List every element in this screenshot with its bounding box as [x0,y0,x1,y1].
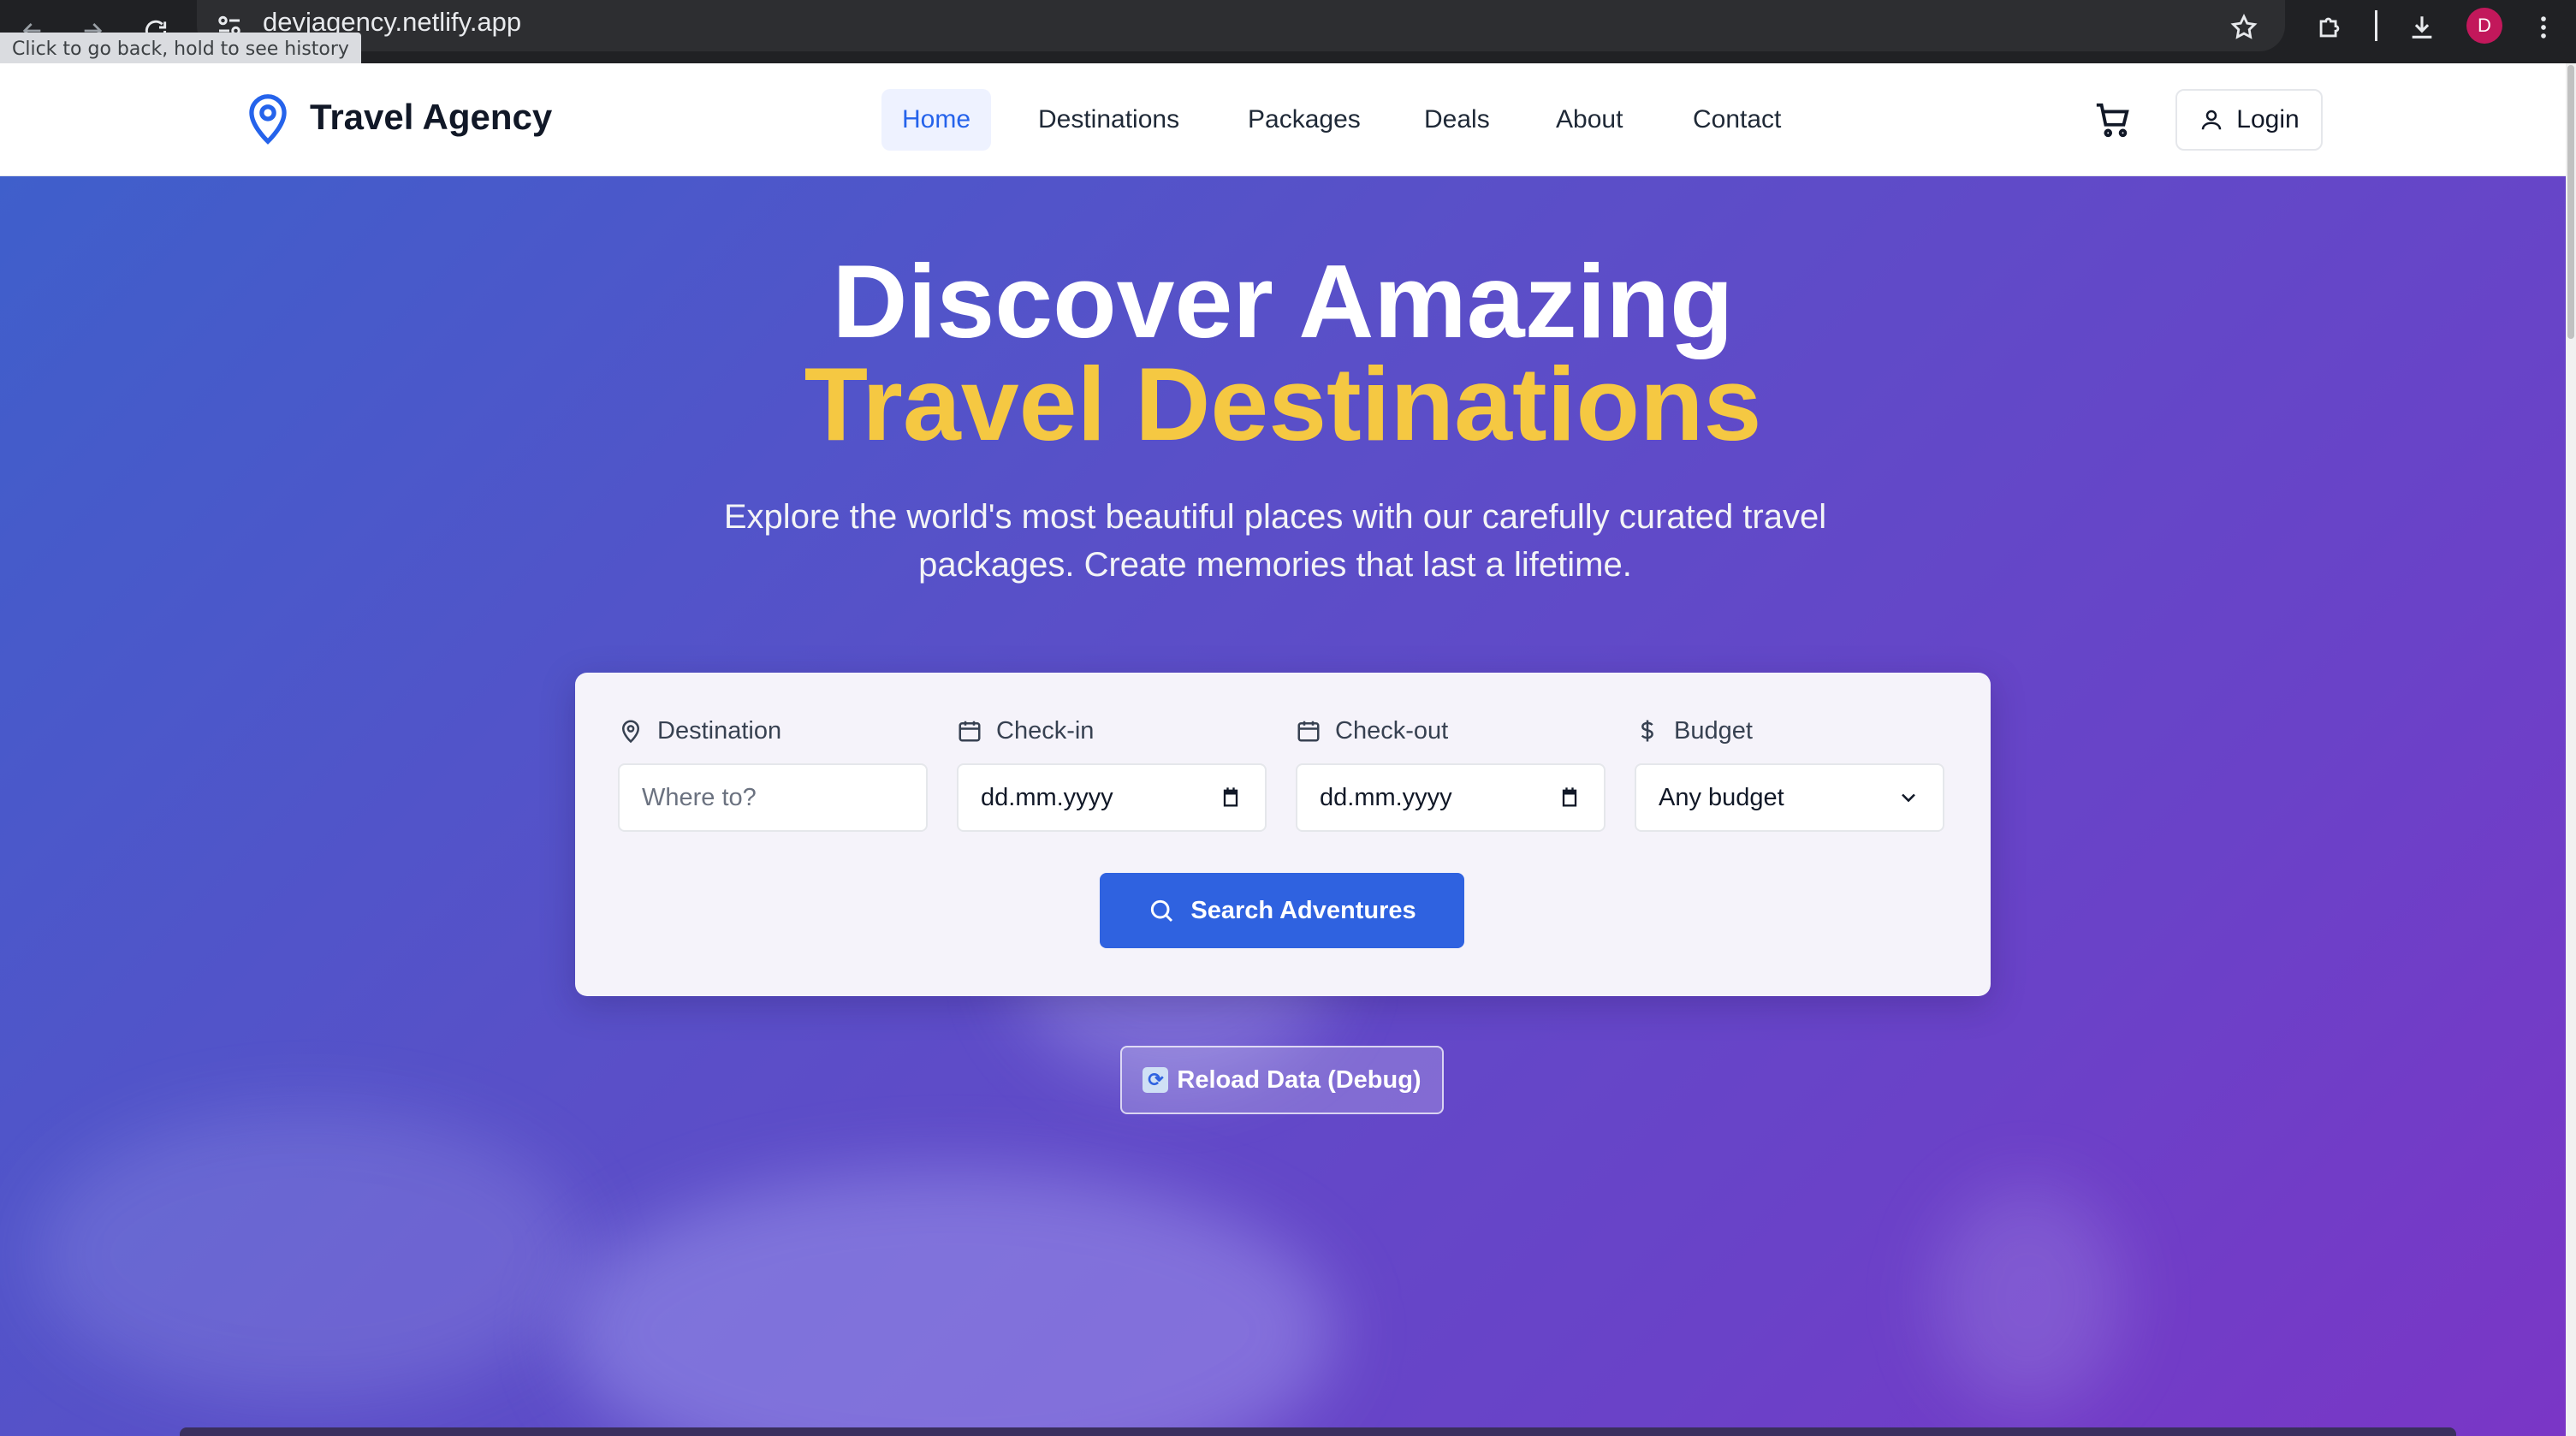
checkout-label: Check-out [1296,714,1448,748]
scrollbar-thumb[interactable] [2567,65,2574,339]
calendar-picker-icon[interactable] [1219,786,1243,810]
refresh-emoji-icon: ⟳ [1143,1067,1169,1093]
checkout-date-input[interactable]: dd.mm.yyyy [1296,763,1606,832]
checkout-label-text: Check-out [1335,716,1449,745]
bookmark-star-button[interactable] [2223,7,2264,48]
user-icon [2202,110,2222,130]
calendar-icon [1297,721,1320,742]
more-vertical-icon [2541,16,2546,39]
back-tooltip: Click to go back, hold to see history [0,33,361,67]
profile-avatar[interactable]: D [2466,8,2502,44]
star-icon [2230,13,2258,39]
calendar-icon [959,721,981,742]
smoke-decoration [565,1169,1335,1436]
search-icon [1151,899,1173,923]
budget-label: Budget [1635,714,1753,748]
destination-label: Destination [618,714,781,748]
checkin-label: Check-in [957,714,1094,748]
login-label: Login [2236,105,2300,134]
checkin-value: dd.mm.yyyy [981,783,1113,811]
puzzle-icon [2319,17,2340,38]
destination-label-text: Destination [657,716,782,745]
search-adventures-button[interactable]: Search Adventures [1100,873,1464,948]
checkin-label-text: Check-in [996,716,1095,745]
checkin-date-input[interactable]: dd.mm.yyyy [957,763,1267,832]
nav-packages[interactable]: Packages [1227,89,1381,151]
chevron-down-icon [1902,793,1915,803]
reload-button-label: Reload Data (Debug) [1177,1065,1422,1094]
smoke-decoration [1934,1186,2122,1409]
hero-title-highlight: Travel Destinations [804,346,1762,462]
hero-title: Discover Amazing [832,243,1734,359]
map-pin-icon [621,720,640,744]
dollar-icon [1641,720,1653,742]
download-icon [2412,16,2432,39]
next-section-edge [180,1427,2456,1436]
budget-select[interactable]: Any budget [1635,763,1944,832]
browser-menu-button[interactable] [2523,7,2564,48]
budget-value: Any budget [1659,783,1784,811]
downloads-button[interactable] [2401,7,2442,48]
calendar-picker-icon[interactable] [1558,786,1582,810]
nav-about[interactable]: About [1535,89,1643,151]
checkout-value: dd.mm.yyyy [1320,783,1452,811]
extensions-button[interactable] [2309,7,2350,48]
reload-data-button[interactable]: ⟳ Reload Data (Debug) [1120,1046,1444,1114]
cart-icon[interactable] [2093,100,2133,139]
hero-subtitle: Explore the world's most beautiful place… [723,498,1827,584]
nav-home[interactable]: Home [881,89,992,151]
login-button[interactable]: Login [2175,89,2323,151]
brand-name[interactable]: Travel Agency [310,97,552,138]
search-button-label: Search Adventures [1190,896,1416,924]
budget-label-text: Budget [1674,716,1753,745]
nav-contact[interactable]: Contact [1672,89,1801,151]
toolbar-separator [2375,10,2377,41]
nav-deals[interactable]: Deals [1404,89,1511,151]
nav-destinations[interactable]: Destinations [1018,89,1200,151]
destination-input[interactable]: Where to? [618,763,928,832]
map-pin-icon[interactable] [243,92,293,145]
smoke-decoration [34,1109,582,1400]
